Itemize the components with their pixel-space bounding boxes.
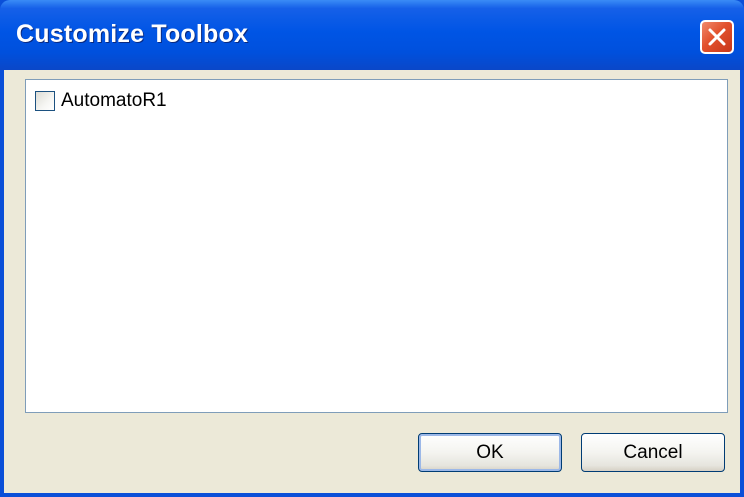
item-label: AutomatoR1 [61,90,167,111]
title-bar[interactable]: Customize Toolbox [0,0,744,70]
item-checkbox[interactable] [35,91,55,111]
dialog-body: AutomatoR1 OK Cancel [4,70,740,493]
toolbox-list[interactable]: AutomatoR1 [25,79,728,413]
list-item[interactable]: AutomatoR1 [35,88,167,114]
window-title: Customize Toolbox [16,20,249,48]
close-button[interactable] [700,20,734,54]
ok-button[interactable]: OK [418,433,562,472]
dialog-window: Customize Toolbox AutomatoR1 OK Cancel [0,0,744,497]
close-icon [708,28,726,46]
cancel-button[interactable]: Cancel [581,433,725,472]
